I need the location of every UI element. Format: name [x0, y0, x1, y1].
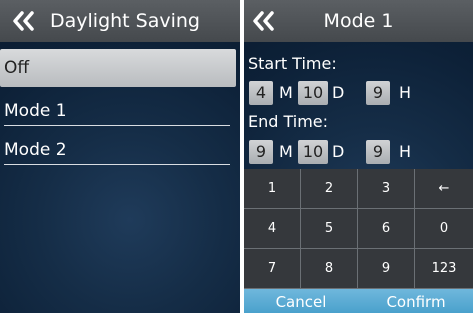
mode-1-screen: Mode 1 Start Time: 4 M 10 D 9 H End Time…	[244, 0, 473, 313]
start-hour-unit: H	[399, 83, 412, 102]
action-bar: Cancel Confirm	[244, 289, 473, 313]
end-hour-unit: H	[399, 142, 412, 161]
numeric-keypad: 1 2 3 ← 4 5 6 0 7 8 9 123	[244, 169, 473, 289]
start-hour-field[interactable]: 9	[366, 81, 390, 105]
key-1[interactable]: 1	[244, 169, 301, 209]
end-month-field[interactable]: 9	[249, 140, 273, 164]
start-month-unit: M	[279, 83, 293, 102]
backspace-key[interactable]: ←	[415, 169, 473, 209]
menu-item-mode-2[interactable]: Mode 2	[0, 131, 236, 169]
end-hour-field[interactable]: 9	[366, 140, 390, 164]
key-5[interactable]: 5	[301, 209, 358, 249]
end-time-label: End Time:	[248, 112, 329, 131]
title-bar: Daylight Saving	[0, 0, 240, 42]
mode-switch-key[interactable]: 123	[415, 249, 473, 289]
key-6[interactable]: 6	[358, 209, 415, 249]
start-month-field[interactable]: 4	[249, 81, 273, 105]
key-3[interactable]: 3	[358, 169, 415, 209]
key-7[interactable]: 7	[244, 249, 301, 289]
back-button[interactable]	[6, 0, 42, 42]
start-time-row: 4 M 10 D 9 H	[249, 81, 469, 107]
key-2[interactable]: 2	[301, 169, 358, 209]
key-9[interactable]: 9	[358, 249, 415, 289]
page-title: Daylight Saving	[50, 10, 200, 32]
cancel-button[interactable]: Cancel	[244, 289, 358, 313]
key-0[interactable]: 0	[415, 209, 473, 249]
double-chevron-left-icon	[13, 11, 34, 31]
end-time-row: 9 M 10 D 9 H	[249, 140, 469, 166]
daylight-saving-screen: Daylight Saving Off Mode 1 Mode 2	[0, 0, 240, 313]
end-month-unit: M	[279, 142, 293, 161]
page-title: Mode 1	[323, 10, 394, 32]
menu-item-label: Mode 1	[4, 101, 67, 121]
end-day-unit: D	[332, 142, 345, 161]
menu-item-label: Mode 2	[4, 140, 67, 160]
title-bar: Mode 1	[244, 0, 473, 42]
key-4[interactable]: 4	[244, 209, 301, 249]
start-day-field[interactable]: 10	[298, 81, 328, 105]
key-8[interactable]: 8	[301, 249, 358, 289]
confirm-button[interactable]: Confirm	[359, 289, 473, 313]
start-day-unit: D	[332, 83, 345, 102]
menu-item-label: Off	[4, 58, 30, 78]
menu-item-mode-1[interactable]: Mode 1	[0, 92, 236, 130]
end-day-field[interactable]: 10	[298, 140, 328, 164]
menu-item-off[interactable]: Off	[0, 49, 236, 87]
start-time-label: Start Time:	[248, 54, 337, 73]
